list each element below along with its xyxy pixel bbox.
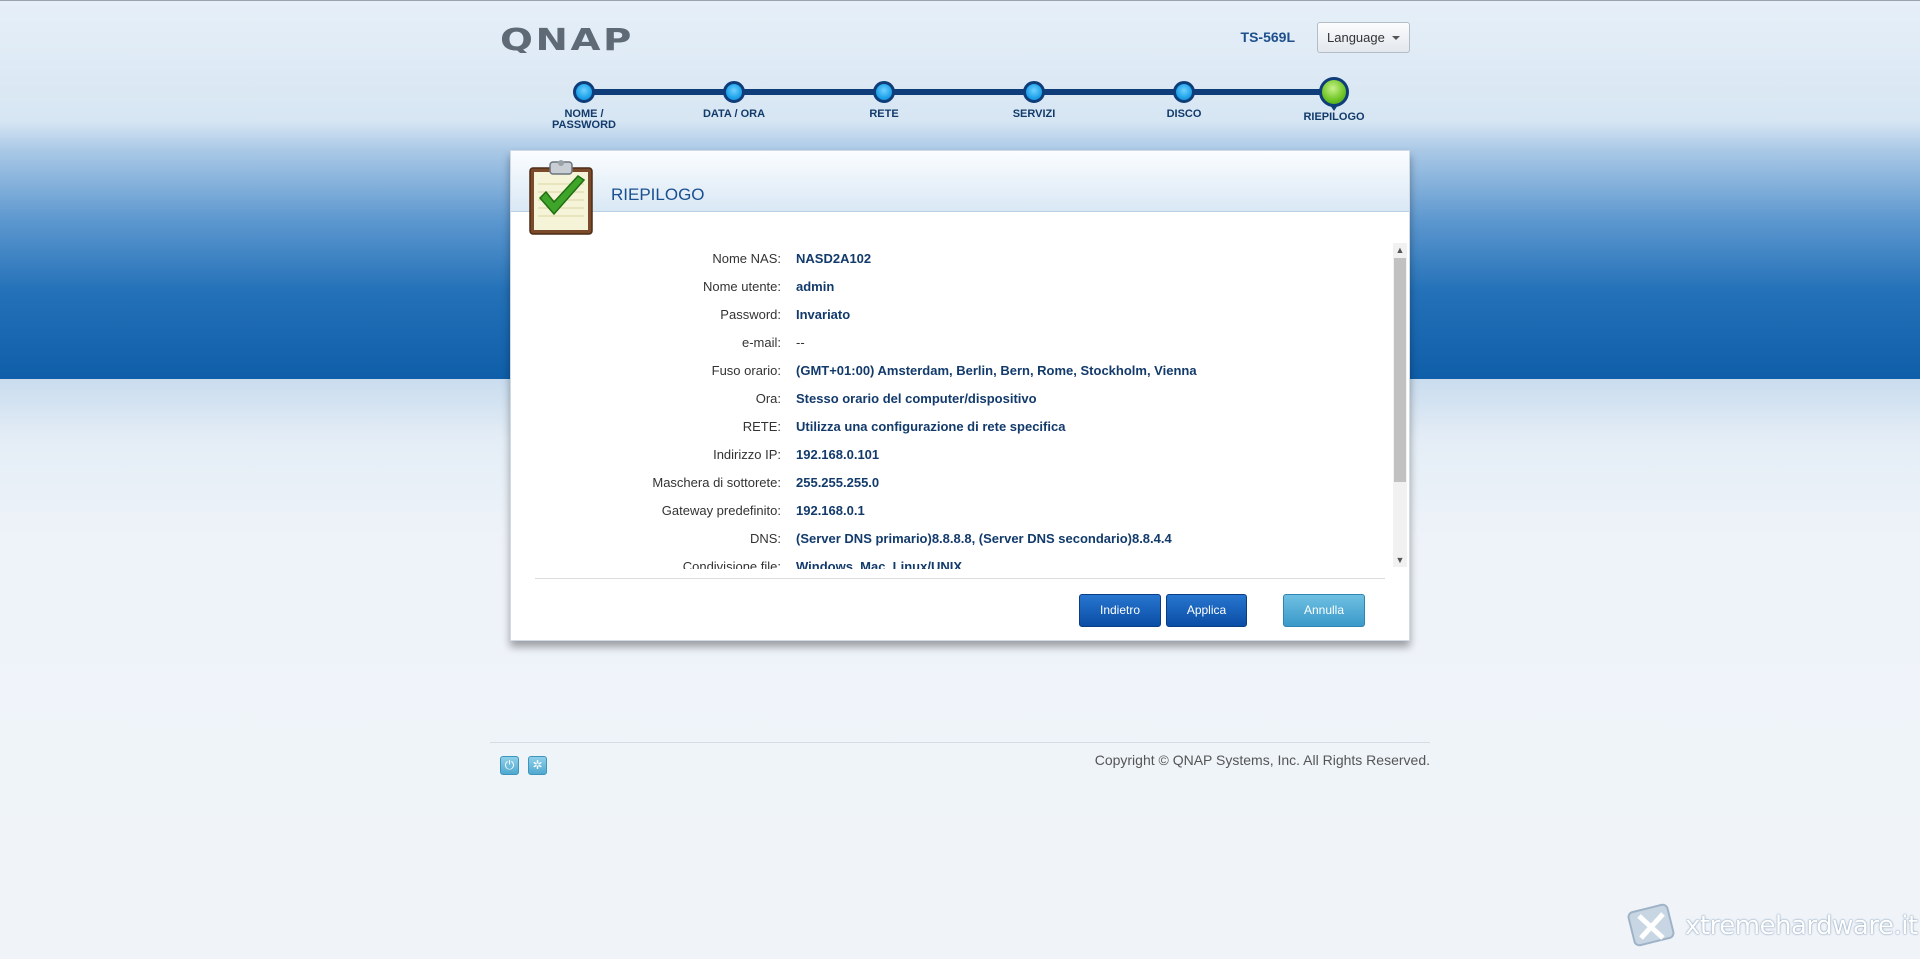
panel-title: RIEPILOGO bbox=[611, 185, 705, 204]
step-dot bbox=[873, 81, 895, 103]
summary-row: Ora: Stesso orario del computer/dispositi… bbox=[511, 384, 1391, 412]
summary-row: Fuso orario: (GMT+01:00) Amsterdam, Berli… bbox=[511, 356, 1391, 384]
step-nome-password: NOME / PASSWORD bbox=[514, 81, 654, 131]
logo-text: QNAP bbox=[500, 25, 634, 53]
step-label: DATA / ORA bbox=[702, 108, 766, 120]
step-riepilogo: RIEPILOGO bbox=[1264, 77, 1404, 123]
summary-row: RETE: Utilizza una configurazione di rete… bbox=[511, 412, 1391, 440]
power-icon[interactable]: ⏻ bbox=[500, 756, 519, 775]
summary-row: DNS: (Server DNS primario)8.8.8.8, (Serve… bbox=[511, 524, 1391, 552]
row-value: 255.255.255.0 bbox=[796, 475, 880, 490]
summary-row: Indirizzo IP: 192.168.0.101 bbox=[511, 440, 1391, 468]
row-value: NASD2A102 bbox=[796, 251, 872, 266]
row-key: DNS: bbox=[749, 531, 781, 546]
summary-scrollbar[interactable]: ▲ ▼ bbox=[1393, 243, 1407, 567]
row-key: Ora: bbox=[755, 391, 781, 406]
step-rete: RETE bbox=[814, 81, 954, 120]
apply-button[interactable]: Applica bbox=[1166, 594, 1247, 627]
divider bbox=[535, 578, 1385, 579]
language-label: Language bbox=[1327, 30, 1385, 45]
summary-row: e-mail: -- bbox=[511, 328, 1391, 356]
copyright-text: Copyright © QNAP Systems, Inc. All Right… bbox=[1094, 752, 1430, 768]
summary-list: Nome NAS: NASD2A102 Nome utente: admin Pas… bbox=[511, 244, 1391, 569]
scrollbar-thumb[interactable] bbox=[1394, 258, 1406, 482]
row-value: Windows. Mac. Linux/UNIX bbox=[796, 559, 963, 569]
qnap-logo: QNAP bbox=[500, 25, 634, 53]
row-value: admin bbox=[796, 279, 835, 294]
summary-row: Condivisione file: Windows. Mac. Linux/UN… bbox=[511, 552, 1391, 569]
panel-header: RIEPILOGO bbox=[511, 151, 1409, 212]
watermark: xtremehardware.it bbox=[1623, 898, 1918, 954]
step-dot-active bbox=[1319, 77, 1349, 111]
step-dot bbox=[1023, 81, 1045, 103]
row-value: Stesso orario del computer/dispositivo bbox=[796, 391, 1037, 406]
step-disco: DISCO bbox=[1114, 81, 1254, 120]
row-value: Invariato bbox=[796, 307, 851, 322]
row-key: Indirizzo IP: bbox=[713, 447, 781, 462]
step-label: RIEPILOGO bbox=[1303, 111, 1365, 123]
row-key: Nome NAS: bbox=[712, 251, 781, 266]
summary-row: Nome NAS: NASD2A102 bbox=[511, 244, 1391, 272]
footer-divider bbox=[490, 742, 1430, 743]
step-label-line2: PASSWORD bbox=[552, 119, 616, 131]
step-dot bbox=[1173, 81, 1195, 103]
step-data-ora: DATA / ORA bbox=[664, 81, 804, 120]
step-label: SERVIZI bbox=[1012, 108, 1056, 120]
back-button[interactable]: Indietro bbox=[1079, 594, 1161, 627]
watermark-text: xtremehardware.it bbox=[1685, 911, 1918, 941]
row-value: Utilizza una configurazione di rete spec… bbox=[796, 419, 1066, 434]
summary-panel: RIEPILOGO Nome NAS: NASD2A102 Nome utente… bbox=[510, 150, 1410, 641]
scroll-up-icon[interactable]: ▲ bbox=[1393, 243, 1407, 257]
row-value: (Server DNS primario)8.8.8.8, (Server DN… bbox=[796, 531, 1172, 546]
settings-icon[interactable]: ✲ bbox=[528, 756, 547, 775]
cancel-button[interactable]: Annulla bbox=[1283, 594, 1365, 627]
model-name: TS-569L bbox=[1240, 29, 1295, 45]
row-key: Fuso orario: bbox=[711, 363, 781, 378]
language-dropdown[interactable]: Language bbox=[1317, 22, 1410, 53]
summary-row: Gateway predefinito: 192.168.0.1 bbox=[511, 496, 1391, 524]
watermark-logo-icon bbox=[1627, 903, 1675, 947]
row-value: (GMT+01:00) Amsterdam, Berlin, Bern, Rom… bbox=[796, 363, 1197, 378]
row-key: Condivisione file: bbox=[682, 559, 781, 569]
step-dot bbox=[573, 81, 595, 103]
row-key: Password: bbox=[720, 307, 781, 322]
summary-row: Password: Invariato bbox=[511, 300, 1391, 328]
row-key: Gateway predefinito: bbox=[661, 503, 781, 518]
row-key: Nome utente: bbox=[702, 279, 781, 294]
step-label: RETE bbox=[869, 108, 899, 120]
row-value: 192.168.0.101 bbox=[796, 447, 880, 462]
row-value: -- bbox=[796, 335, 805, 350]
row-value: 192.168.0.1 bbox=[796, 503, 865, 518]
scroll-down-icon[interactable]: ▼ bbox=[1393, 553, 1407, 567]
step-servizi: SERVIZI bbox=[964, 81, 1104, 120]
step-label: DISCO bbox=[1166, 108, 1202, 120]
row-key: RETE: bbox=[742, 419, 781, 434]
row-key: Maschera di sottorete: bbox=[652, 475, 781, 490]
step-dot bbox=[723, 81, 745, 103]
row-key: e-mail: bbox=[741, 335, 781, 350]
chevron-down-icon bbox=[1392, 36, 1400, 40]
summary-row: Maschera di sottorete: 255.255.255.0 bbox=[511, 468, 1391, 496]
clipboard-check-icon bbox=[529, 160, 593, 235]
summary-row: Nome utente: admin bbox=[511, 272, 1391, 300]
